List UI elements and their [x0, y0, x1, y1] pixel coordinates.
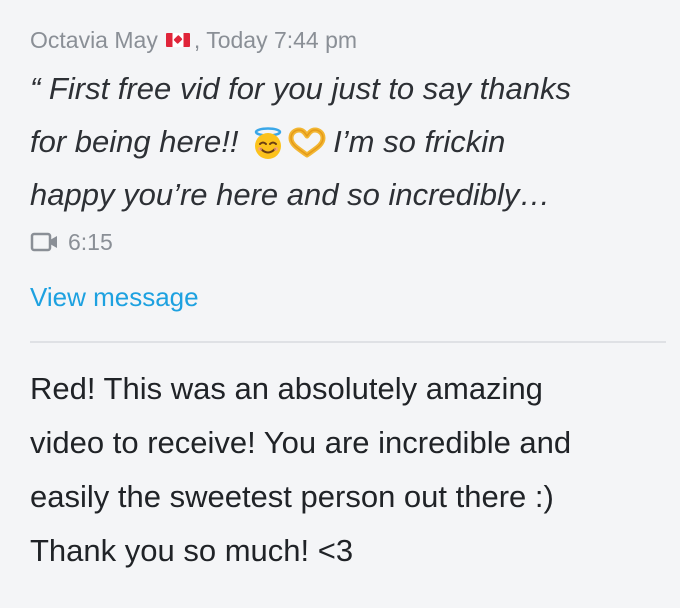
video-duration: 6:15 [68, 228, 113, 255]
canada-flag-icon [165, 33, 190, 47]
video-attachment: 6:15 [30, 225, 660, 259]
smiling-face-with-halo-icon [251, 124, 285, 159]
divider [30, 341, 666, 343]
message-meta: Octavia May , Today 7:44 pm [30, 22, 660, 58]
sender-name: Octavia May [30, 27, 158, 53]
preview-line: “ First free vid for you just to say tha… [30, 71, 571, 106]
preview-line-with-emoji: for being here!! I’m so frickin [30, 115, 660, 168]
preview-line: I’m so frickin [333, 124, 506, 159]
reply-line: easily the sweetest person out there :) [30, 479, 554, 514]
preview-line: for being here!! [30, 124, 239, 159]
video-camera-icon [30, 231, 60, 253]
message-timestamp: , Today 7:44 pm [193, 27, 358, 53]
heart-hands-icon [287, 124, 327, 158]
quoted-message: Octavia May , Today 7:44 pm “ First free… [30, 22, 660, 315]
reply-text: Red! This was an absolutely amazing vide… [30, 362, 670, 578]
reply-line: video to receive! You are incredible and [30, 425, 572, 460]
message-preview: “ First free vid for you just to say tha… [30, 62, 660, 221]
view-message-link[interactable]: View message [30, 279, 660, 315]
preview-line: happy you’re here and so incredibly… [30, 177, 551, 212]
message-card: Octavia May , Today 7:44 pm “ First free… [0, 0, 680, 608]
reply-line: Red! This was an absolutely amazing [30, 371, 543, 406]
reply-line: Thank you so much! <3 [30, 533, 354, 568]
